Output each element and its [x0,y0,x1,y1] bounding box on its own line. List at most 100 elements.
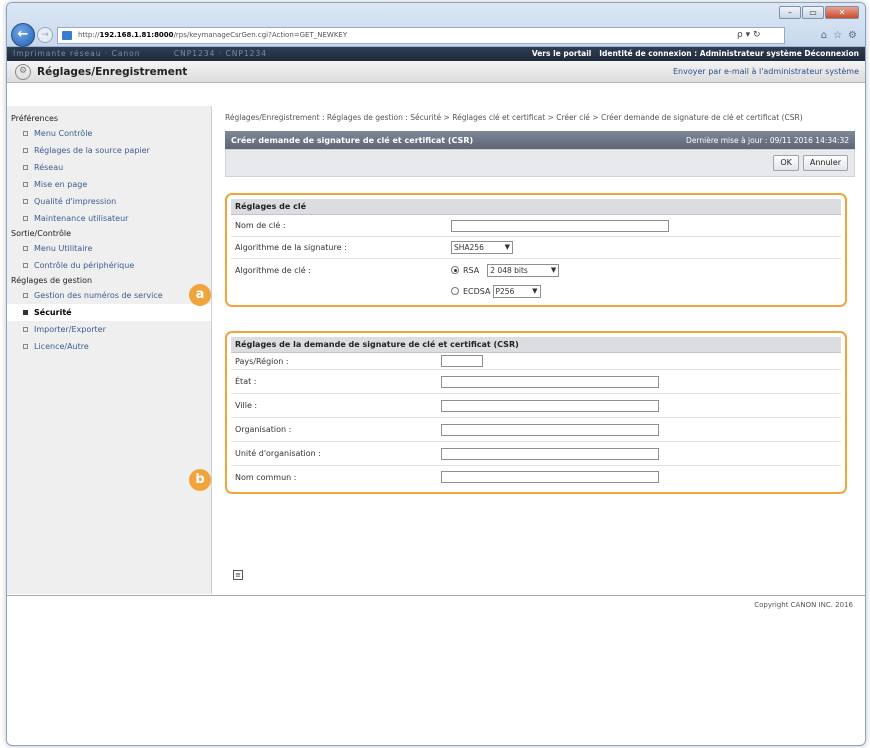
sidebar-item-label: Sécurité [34,308,72,317]
sidebar-item-paper-source[interactable]: Réglages de la source papier [7,142,211,159]
logout-link[interactable]: Déconnexion [804,49,859,58]
sidebar-item-label: Qualité d'impression [34,197,117,206]
close-window-button[interactable]: ✕ [825,6,859,19]
sidebar: Préférences Menu Contrôle Réglages de la… [7,106,212,594]
sidebar-item-utility-menu[interactable]: Menu Utilitaire [7,240,211,257]
login-user: Administrateur système [699,49,802,58]
sidebar-item-menu-controle[interactable]: Menu Contrôle [7,125,211,142]
key-name-input[interactable] [451,219,669,232]
sidebar-item-device-control[interactable]: Contrôle du périphérique [7,257,211,274]
bullet-icon [23,148,28,153]
maximize-button[interactable]: ▭ [802,6,824,19]
bullet-icon [23,131,28,136]
ecdsa-label: ECDSA [463,286,491,296]
sidebar-item-import-export[interactable]: Importer/Exporter [7,321,211,338]
address-tools[interactable]: ρ ▾ ↻ [737,27,761,44]
bullet-icon [23,165,28,170]
key-settings-section: Réglages de clé Nom de clé : Algorithme … [225,193,847,307]
sidebar-item-label: Réglages de la source papier [34,146,150,155]
state-input[interactable] [441,375,659,388]
copyright: Copyright CANON INC. 2016 [754,601,853,609]
email-admin-link[interactable]: Envoyer par e-mail à l'administrateur sy… [673,67,859,76]
site-favicon-icon [62,31,72,40]
state-row: État : [231,370,841,394]
signature-algo-select[interactable]: SHA256 ▼ [451,241,513,254]
org-unit-input[interactable] [441,447,659,460]
url-path: /rps/keymanageCsrGen.cgi?Action=GET_NEWK… [173,31,348,39]
sidebar-item-label: Licence/Autre [34,342,89,351]
sidebar-item-department-id[interactable]: Gestion des numéros de service [7,287,211,304]
bullet-icon [23,246,28,251]
chevron-down-icon: ▼ [550,265,557,274]
address-bar[interactable]: http://192.168.1.81:8000/rps/keymanageCs… [57,27,785,44]
city-label: Ville : [235,401,258,410]
window-controls: – ▭ ✕ [779,6,859,19]
sidebar-group-management[interactable]: Réglages de gestion [7,274,211,287]
bullet-icon [23,199,28,204]
rsa-bits-select[interactable]: 2 048 bits ▼ [487,263,560,277]
common-name-label: Nom commun : [235,472,297,482]
common-name-input[interactable] [441,471,659,483]
home-icon[interactable]: ⌂ [821,27,827,44]
scroll-top-icon[interactable]: ≡ [233,570,243,580]
sidebar-item-user-maintenance[interactable]: Maintenance utilisateur [7,210,211,227]
chevron-down-icon: ▼ [504,243,510,251]
bullet-icon [23,182,28,187]
sidebar-item-print-quality[interactable]: Qualité d'impression [7,193,211,210]
sidebar-item-layout[interactable]: Mise en page [7,176,211,193]
sidebar-item-label: Mise en page [34,180,88,189]
device-name: Imprimante réseau · Canon [13,49,141,58]
favorites-star-icon[interactable]: ☆ [833,27,842,44]
main-content: Réglages/Enregistrement : Réglages de ge… [225,113,855,494]
common-name-row: Nom commun : [231,466,841,488]
sidebar-item-license[interactable]: Licence/Autre [7,338,211,355]
ok-button[interactable]: OK [773,155,799,171]
sidebar-item-label: Menu Contrôle [34,129,93,138]
browser-toolbar: ⌂ ☆ ⚙ [821,27,857,44]
breadcrumb: Réglages/Enregistrement : Réglages de ge… [225,113,803,122]
top-bar-links: Vers le portail Identité de connexion : … [532,47,859,61]
sidebar-item-network[interactable]: Réseau [7,159,211,176]
forward-arrow-icon[interactable]: → [37,27,53,43]
device-info: Imprimante réseau · Canon CNP1234 · CNP1… [13,47,267,61]
ecdsa-radio[interactable] [451,287,459,295]
ecdsa-curve-select[interactable]: P256 ▼ [492,284,541,298]
minimize-button[interactable]: – [779,6,801,19]
rsa-radio[interactable] [451,266,459,274]
url-prefix: http:// [78,31,100,39]
page-title: Réglages/Enregistrement [37,65,188,78]
country-input[interactable] [441,355,483,367]
cancel-button[interactable]: Annuler [802,155,848,171]
login-label: Identité de connexion : [599,49,698,58]
chevron-down-icon: ▼ [532,286,538,295]
bullet-icon [23,293,28,298]
rsa-label: RSA [463,265,480,275]
last-update: Dernière mise à jour : 09/11 2016 14:34:… [686,135,849,145]
bullet-icon [23,327,28,332]
organization-input[interactable] [441,423,659,436]
signature-algo-row: Algorithme de la signature : SHA256 ▼ [231,237,841,259]
settings-gear-icon[interactable]: ⚙ [848,27,857,44]
csr-settings-section: Réglages de la demande de signature de c… [225,331,847,494]
city-input[interactable] [441,399,659,412]
org-unit-label: Unité d'organisation : [235,449,321,458]
sidebar-item-label: Menu Utilitaire [34,244,93,253]
back-arrow-icon[interactable]: ← [11,23,35,47]
device-id: CNP1234 · CNP1234 [173,49,267,58]
key-settings-title: Réglages de clé [231,199,841,215]
sidebar-group-output[interactable]: Sortie/Contrôle [7,227,211,240]
sidebar-group-preferences[interactable]: Préférences [7,112,211,125]
sidebar-item-label: Maintenance utilisateur [34,214,129,223]
footer-divider [7,595,865,596]
portal-link[interactable]: Vers le portail [532,49,592,58]
sidebar-item-label: Réseau [34,163,64,172]
city-row: Ville : [231,394,841,418]
search-refresh-icon[interactable]: ρ ▾ ↻ [737,27,761,44]
bullet-icon [23,344,28,349]
sidebar-item-label: Gestion des numéros de service [34,291,163,300]
url-host: 192.168.1.81:8000 [99,31,174,39]
browser-chrome: – ▭ ✕ ← → http://192.168.1.81:8000/rps/k… [7,3,865,47]
callout-badge-a: a [189,284,211,306]
sidebar-item-security[interactable]: Sécurité [7,304,211,321]
browser-window: – ▭ ✕ ← → http://192.168.1.81:8000/rps/k… [6,2,866,746]
